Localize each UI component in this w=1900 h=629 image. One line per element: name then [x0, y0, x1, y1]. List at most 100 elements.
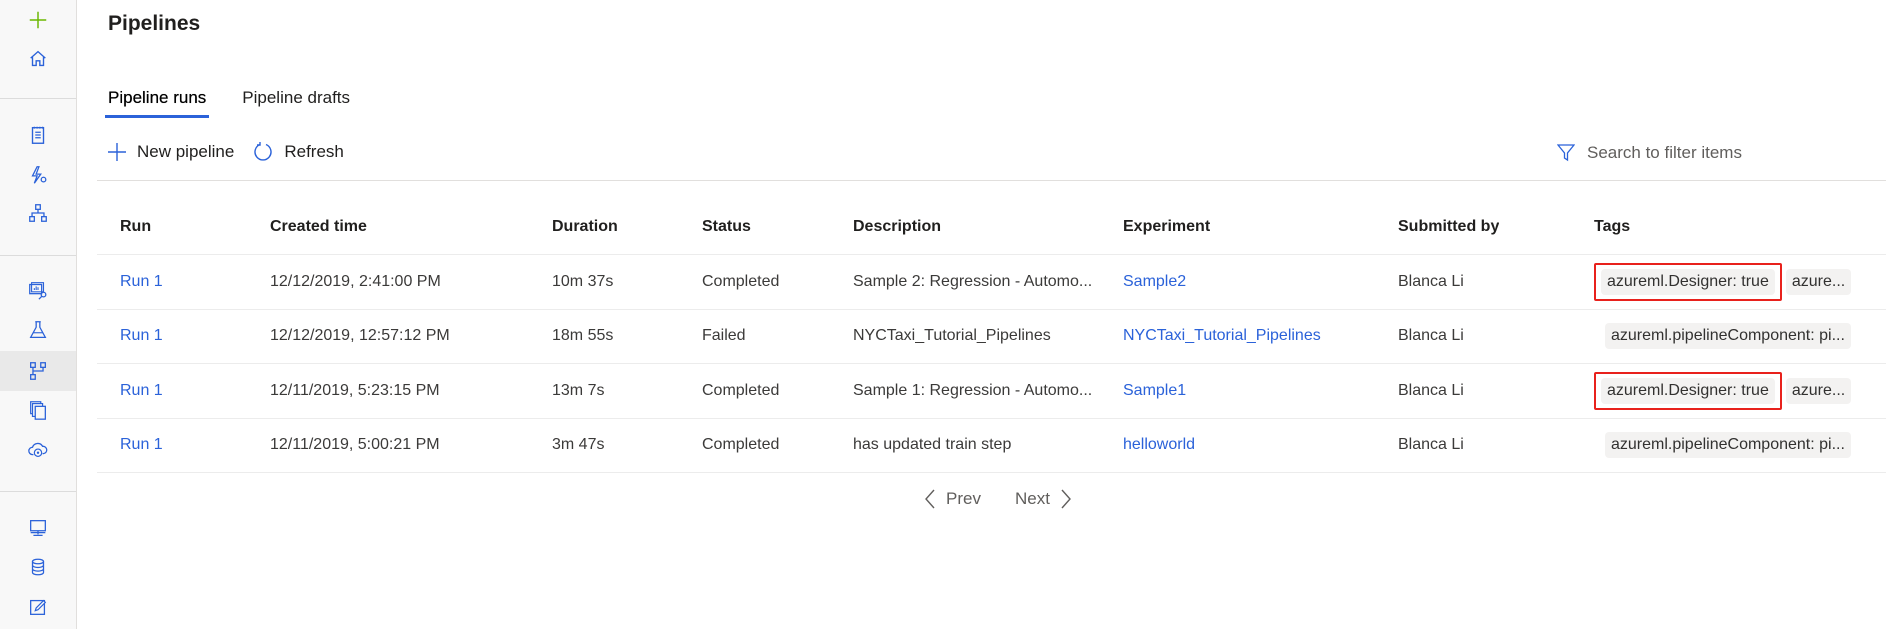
experiment-link[interactable]: helloworld: [1123, 436, 1195, 454]
pipeline-runs-table: Run Created time Duration Status Descrip…: [97, 200, 1886, 473]
tags-cell: azureml.Designer: true azure...: [1594, 262, 1859, 301]
table-header-row: Run Created time Duration Status Descrip…: [97, 200, 1886, 255]
description: Sample 2: Regression - Automo...: [853, 272, 1093, 290]
description: has updated train step: [853, 436, 1012, 454]
filter-icon: [1557, 144, 1575, 162]
sidebar-item-designer[interactable]: [0, 193, 76, 233]
sidebar-item-new[interactable]: [0, 0, 76, 40]
chevron-left-icon: [925, 489, 935, 509]
column-header-duration[interactable]: Duration: [552, 218, 618, 236]
refresh-icon: [254, 142, 273, 161]
home-icon: [30, 50, 46, 67]
database-icon: [31, 558, 45, 576]
run-link[interactable]: Run 1: [120, 327, 163, 345]
table-row[interactable]: Run 1 12/12/2019, 12:57:12 PM 18m 55s Fa…: [97, 310, 1886, 364]
toolbar-divider: [97, 180, 1886, 181]
hierarchy-icon: [29, 204, 47, 222]
refresh-label: Refresh: [284, 142, 344, 161]
table-row[interactable]: Run 1 12/11/2019, 5:23:15 PM 13m 7s Comp…: [97, 364, 1886, 419]
sidebar-item-notebooks[interactable]: [0, 115, 76, 155]
main-content: Pipelines Pipeline runs Pipeline drafts …: [77, 0, 1900, 629]
created-time: 12/12/2019, 2:41:00 PM: [270, 272, 441, 290]
tab-pipeline-drafts[interactable]: Pipeline drafts: [239, 86, 353, 118]
tags-cell: azureml.Designer: true azure...: [1594, 371, 1859, 410]
new-pipeline-label: New pipeline: [137, 142, 235, 161]
sidebar-item-home[interactable]: [0, 39, 76, 79]
search-filter-input[interactable]: Search to filter items: [1557, 143, 1742, 163]
column-header-status[interactable]: Status: [702, 218, 751, 236]
created-time: 12/11/2019, 5:00:21 PM: [270, 436, 440, 454]
status: Completed: [702, 381, 780, 399]
run-link[interactable]: Run 1: [120, 382, 163, 400]
sidebar-item-experiments[interactable]: [0, 310, 76, 350]
duration: 3m 47s: [552, 436, 605, 454]
sidebar-item-data-labeling[interactable]: [0, 587, 76, 627]
created-time: 12/12/2019, 12:57:12 PM: [270, 327, 450, 345]
column-header-created-time[interactable]: Created time: [270, 218, 367, 236]
table-row[interactable]: Run 1 12/12/2019, 2:41:00 PM 10m 37s Com…: [97, 255, 1886, 310]
next-page-button[interactable]: Next: [1015, 489, 1082, 509]
prev-label: Prev: [946, 489, 981, 508]
column-header-tags[interactable]: Tags: [1594, 218, 1630, 236]
column-header-description[interactable]: Description: [853, 218, 1103, 236]
search-placeholder: Search to filter items: [1587, 143, 1742, 162]
column-header-experiment[interactable]: Experiment: [1123, 218, 1210, 236]
tag-chip[interactable]: azure...: [1785, 377, 1852, 404]
description: NYCTaxi_Tutorial_Pipelines: [853, 327, 1051, 345]
plus-icon: [108, 143, 126, 161]
tag-chip[interactable]: azureml.Designer: true: [1601, 268, 1775, 295]
monitor-icon: [30, 520, 46, 536]
tag-chip[interactable]: azureml.Designer: true: [1601, 377, 1775, 404]
sidebar-item-automated-ml[interactable]: [0, 155, 76, 195]
prev-page-button[interactable]: Prev: [914, 489, 981, 509]
highlight-box: azureml.Designer: true: [1594, 371, 1782, 410]
sidebar-item-models[interactable]: [0, 390, 76, 430]
lightning-gear-icon: [31, 166, 47, 184]
pipeline-icon: [30, 362, 46, 380]
toolbar: New pipeline Refresh: [107, 141, 362, 163]
sidebar-item-endpoints[interactable]: [0, 430, 76, 470]
experiment-link[interactable]: Sample2: [1123, 273, 1186, 291]
created-time: 12/11/2019, 5:23:15 PM: [270, 381, 440, 399]
experiment-link[interactable]: NYCTaxi_Tutorial_Pipelines: [1123, 327, 1321, 345]
highlight-box: azureml.Designer: true: [1594, 262, 1782, 301]
page-title: Pipelines: [108, 12, 201, 35]
dataset-search-icon: [29, 282, 47, 300]
refresh-button[interactable]: Refresh: [252, 141, 344, 163]
tag-chip[interactable]: azureml.pipelineComponent: pi...: [1605, 432, 1851, 459]
submitted-by: Blanca Li: [1398, 381, 1464, 399]
status: Completed: [702, 436, 780, 454]
run-link[interactable]: Run 1: [120, 273, 163, 291]
sidebar-item-datastores[interactable]: [0, 547, 76, 587]
edit-square-icon: [30, 599, 47, 615]
description: Sample 1: Regression - Automo...: [853, 381, 1093, 399]
sidebar-item-compute[interactable]: [0, 508, 76, 548]
models-icon: [30, 401, 46, 420]
status: Completed: [702, 272, 780, 290]
duration: 13m 7s: [552, 381, 605, 399]
table-row[interactable]: Run 1 12/11/2019, 5:00:21 PM 3m 47s Comp…: [97, 419, 1886, 473]
status: Failed: [702, 327, 746, 345]
duration: 18m 55s: [552, 327, 614, 345]
tab-pipeline-runs[interactable]: Pipeline runs: [105, 86, 210, 118]
submitted-by: Blanca Li: [1398, 436, 1464, 454]
plus-icon: [29, 11, 47, 29]
sidebar-item-pipelines[interactable]: [0, 351, 76, 391]
tag-chip[interactable]: azure...: [1785, 268, 1852, 295]
sidebar-item-datasets[interactable]: [0, 270, 76, 310]
tags-cell: azureml.pipelineComponent: pi...: [1594, 323, 1859, 350]
column-header-run[interactable]: Run: [120, 218, 151, 236]
new-pipeline-button[interactable]: New pipeline: [107, 142, 234, 162]
chevron-right-icon: [1061, 489, 1071, 509]
tag-chip[interactable]: azureml.pipelineComponent: pi...: [1605, 323, 1851, 350]
run-link[interactable]: Run 1: [120, 436, 163, 454]
tab-bar: Pipeline runs Pipeline drafts: [105, 86, 383, 118]
pagination: Prev Next: [914, 489, 1082, 509]
submitted-by: Blanca Li: [1398, 272, 1464, 290]
sidebar-divider: [0, 255, 76, 256]
cloud-endpoint-icon: [28, 442, 48, 458]
submitted-by: Blanca Li: [1398, 327, 1464, 345]
experiment-link[interactable]: Sample1: [1123, 382, 1186, 400]
column-header-submitted-by[interactable]: Submitted by: [1398, 218, 1499, 236]
left-nav-sidebar: [0, 0, 77, 629]
